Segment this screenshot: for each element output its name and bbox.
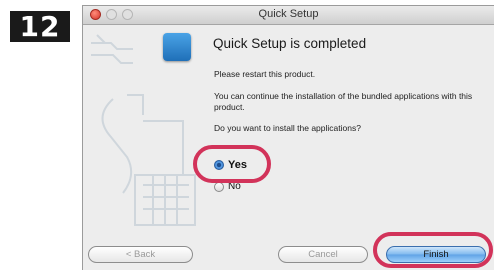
content-panel: Quick Setup is completed: [213, 36, 488, 57]
restart-text: Please restart this product.: [214, 69, 316, 79]
install-question: Do you want to install the applications?: [214, 123, 361, 133]
quick-setup-app-icon: [163, 33, 191, 61]
step-number-badge: 12: [10, 10, 70, 43]
cancel-button[interactable]: Cancel: [278, 246, 368, 263]
title-bar: Quick Setup: [83, 6, 494, 25]
quick-setup-window: Quick Setup Quick Setup is completed Ple…: [82, 5, 494, 270]
continue-text: You can continue the installation of the…: [214, 91, 473, 112]
yes-highlight-circle: [193, 145, 271, 183]
page-heading: Quick Setup is completed: [213, 36, 367, 51]
window-title: Quick Setup: [258, 8, 319, 20]
finish-highlight-circle: [373, 232, 493, 268]
back-button[interactable]: < Back: [88, 246, 193, 263]
no-radio-button[interactable]: [214, 181, 224, 192]
